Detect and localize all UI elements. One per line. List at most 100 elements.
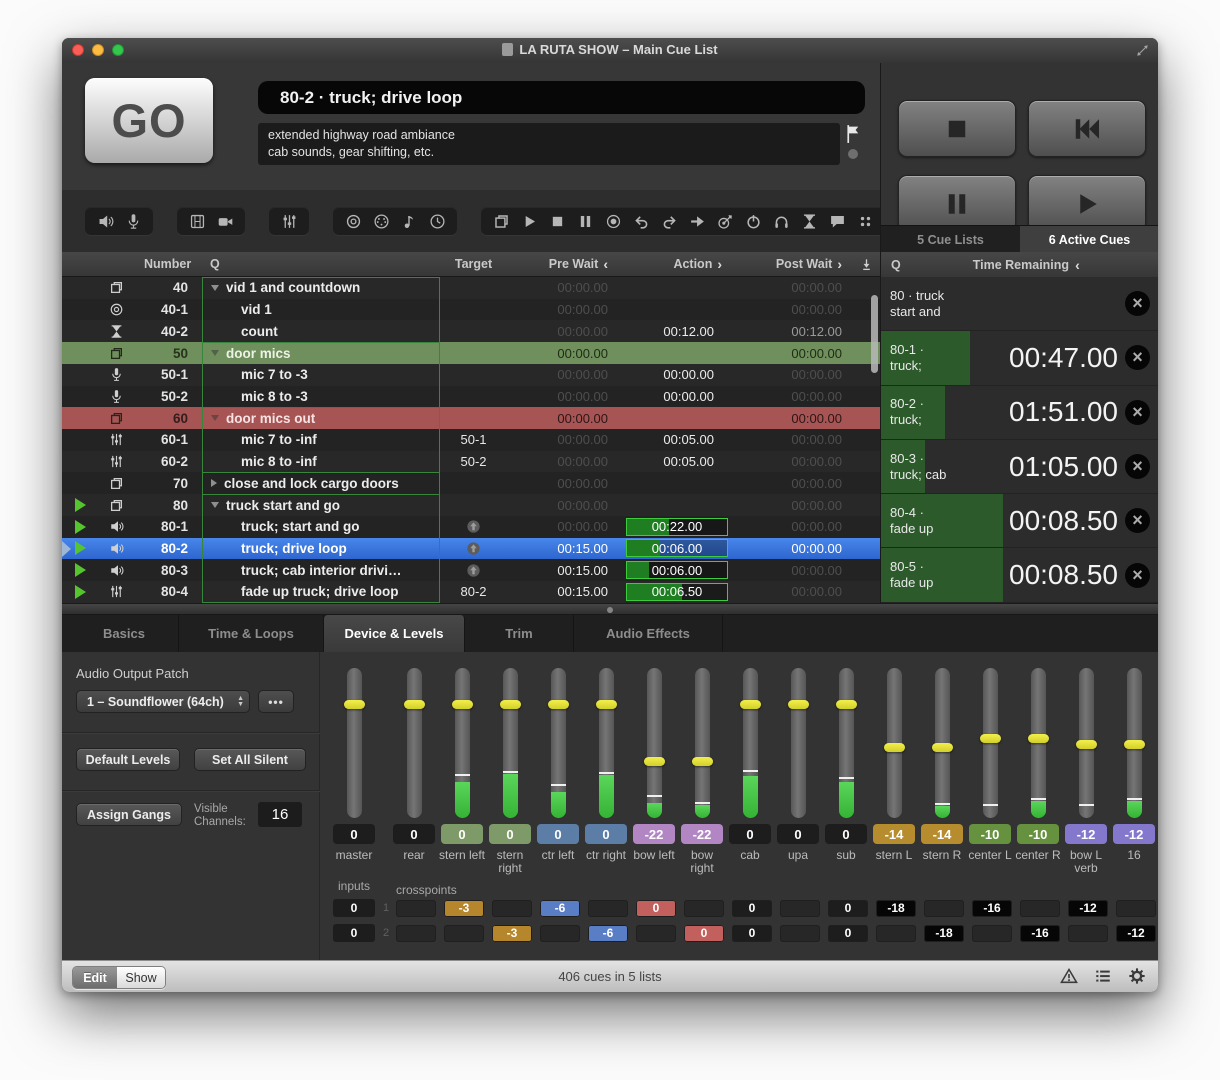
dart-icon[interactable] (713, 211, 737, 231)
fader-track[interactable] (1127, 668, 1142, 818)
visible-channels-field[interactable]: 16 (258, 802, 302, 827)
active-cue-row[interactable]: 80-1 ·truck;00:47.00× (881, 331, 1158, 385)
action-cell[interactable]: 00:05.00 (622, 454, 734, 469)
cue-row-60[interactable]: 60door mics out00:00.0000:00.00 (62, 407, 880, 429)
disclosure-open-icon[interactable] (211, 502, 219, 508)
post-wait-cell[interactable]: 00:00.00 (734, 563, 852, 578)
crosspoint-cell[interactable] (540, 925, 580, 942)
pre-wait-cell[interactable]: 00:00.00 (507, 411, 622, 426)
warning-icon[interactable] (1060, 967, 1078, 985)
pre-wait-cell[interactable]: 00:15.00 (507, 563, 622, 578)
fader-track[interactable] (887, 668, 902, 818)
crosspoint-master-cell[interactable]: 0 (328, 899, 380, 917)
play-button[interactable] (1028, 175, 1146, 232)
channel-level-field[interactable]: -14 (921, 824, 963, 844)
cue-row-60-2[interactable]: 60-2mic 8 to -inf50-200:00.0000:05.0000:… (62, 451, 880, 473)
fader-handle[interactable] (980, 734, 1001, 743)
crosspoint-cell[interactable]: 0 (732, 900, 772, 917)
music-note-icon[interactable] (397, 211, 421, 231)
fader-handle[interactable] (836, 700, 857, 709)
crosspoint-cell[interactable] (924, 900, 964, 917)
crosspoint-cell[interactable] (780, 900, 820, 917)
fader-handle[interactable] (644, 757, 665, 766)
disclosure-open-icon[interactable] (211, 285, 219, 291)
pause-icon[interactable] (573, 211, 597, 231)
fader-track[interactable] (599, 668, 614, 818)
fader-track[interactable] (647, 668, 662, 818)
crosspoint-cell[interactable]: -18 (924, 925, 964, 942)
stop-cue-button[interactable]: × (1125, 291, 1150, 316)
gear-icon[interactable] (1128, 967, 1146, 985)
stop-cue-button[interactable]: × (1125, 454, 1150, 479)
column-post-wait[interactable]: Post Wait› (734, 256, 852, 272)
cue-row-80-3[interactable]: 80-3truck; cab interior drivi…00:15.0000… (62, 559, 880, 581)
midi-icon[interactable] (369, 211, 393, 231)
sliders-icon[interactable] (277, 211, 301, 231)
channel-level-field[interactable]: 0 (537, 824, 579, 844)
set-all-silent-button[interactable]: Set All Silent (194, 748, 306, 771)
crosspoint-cell[interactable] (492, 900, 532, 917)
flag-icon[interactable] (843, 123, 864, 144)
stop-cue-button[interactable]: × (1125, 400, 1150, 425)
channel-level-field[interactable]: -22 (633, 824, 675, 844)
fader-track[interactable] (695, 668, 710, 818)
arrow-right-icon[interactable] (685, 211, 709, 231)
go-button[interactable]: GO (85, 78, 213, 163)
chat-icon[interactable] (825, 211, 849, 231)
cue-row-60-1[interactable]: 60-1mic 7 to -inf50-100:00.0000:05.0000:… (62, 429, 880, 451)
fader-track[interactable] (551, 668, 566, 818)
active-cue-row[interactable]: 80 · truckstart and× (881, 277, 1158, 331)
inspector-tab-time-loops[interactable]: Time & Loops (179, 615, 324, 652)
stop-cue-button[interactable]: × (1125, 563, 1150, 588)
cue-notes[interactable]: extended highway road ambiance cab sound… (258, 123, 840, 165)
crosspoint-cell[interactable]: -18 (876, 900, 916, 917)
crosspoint-cell[interactable]: -12 (1068, 900, 1108, 917)
post-wait-cell[interactable]: 00:00.00 (734, 280, 852, 295)
pre-wait-cell[interactable]: 00:00.00 (507, 476, 622, 491)
crosspoint-cell[interactable] (876, 925, 916, 942)
fader-handle[interactable] (1076, 740, 1097, 749)
crosspoint-cell[interactable]: -16 (1020, 925, 1060, 942)
crosspoint-cell[interactable] (444, 925, 484, 942)
target-cell[interactable] (440, 541, 507, 556)
dots-icon[interactable] (853, 211, 877, 231)
crosspoint-cell[interactable] (1116, 900, 1156, 917)
channel-level-field[interactable]: 0 (729, 824, 771, 844)
crosspoint-cell[interactable] (396, 900, 436, 917)
list-icon[interactable] (1094, 967, 1112, 985)
redo-icon[interactable] (657, 211, 681, 231)
headphones-icon[interactable] (769, 211, 793, 231)
post-wait-cell[interactable]: 00:00.00 (734, 498, 852, 513)
channel-level-field[interactable]: 0 (393, 824, 435, 844)
microphone-icon[interactable] (121, 211, 145, 231)
post-wait-cell[interactable]: 00:00.00 (734, 519, 852, 534)
cue-row-40-2[interactable]: 40-2count00:00.0000:12.0000:12.00 (62, 320, 880, 342)
cue-row-70[interactable]: 70close and lock cargo doors00:00.0000:0… (62, 472, 880, 494)
post-wait-cell[interactable]: 00:00.00 (734, 389, 852, 404)
fader-track[interactable] (1079, 668, 1094, 818)
action-cell[interactable]: 00:06.00 (622, 539, 734, 557)
undo-icon[interactable] (629, 211, 653, 231)
film-icon[interactable] (185, 211, 209, 231)
channel-level-field[interactable]: 0 (585, 824, 627, 844)
fader-handle[interactable] (788, 700, 809, 709)
fader-track[interactable] (743, 668, 758, 818)
crosspoint-cell[interactable] (636, 925, 676, 942)
pre-wait-cell[interactable]: 00:00.00 (507, 346, 622, 361)
crosspoint-cell[interactable] (1020, 900, 1060, 917)
crosspoint-cell[interactable] (1068, 925, 1108, 942)
fader-handle[interactable] (344, 700, 365, 709)
pre-wait-cell[interactable]: 00:00.00 (507, 454, 622, 469)
pre-wait-cell[interactable]: 00:00.00 (507, 389, 622, 404)
post-wait-cell[interactable]: 00:00.00 (734, 454, 852, 469)
post-wait-cell[interactable]: 00:00.00 (734, 411, 852, 426)
post-wait-cell[interactable]: 00:00.00 (734, 541, 852, 556)
crosspoint-cell[interactable] (396, 925, 436, 942)
cue-row-50-2[interactable]: 50-2mic 8 to -300:00.0000:00.0000:00.00 (62, 386, 880, 408)
fader-handle[interactable] (692, 757, 713, 766)
post-wait-cell[interactable]: 00:00.00 (734, 367, 852, 382)
crosspoint-master-cell[interactable]: 0 (328, 924, 380, 942)
post-wait-cell[interactable]: 00:00.00 (734, 346, 852, 361)
title-bar[interactable]: LA RUTA SHOW – Main Cue List (62, 38, 1158, 64)
fader-handle[interactable] (884, 743, 905, 752)
